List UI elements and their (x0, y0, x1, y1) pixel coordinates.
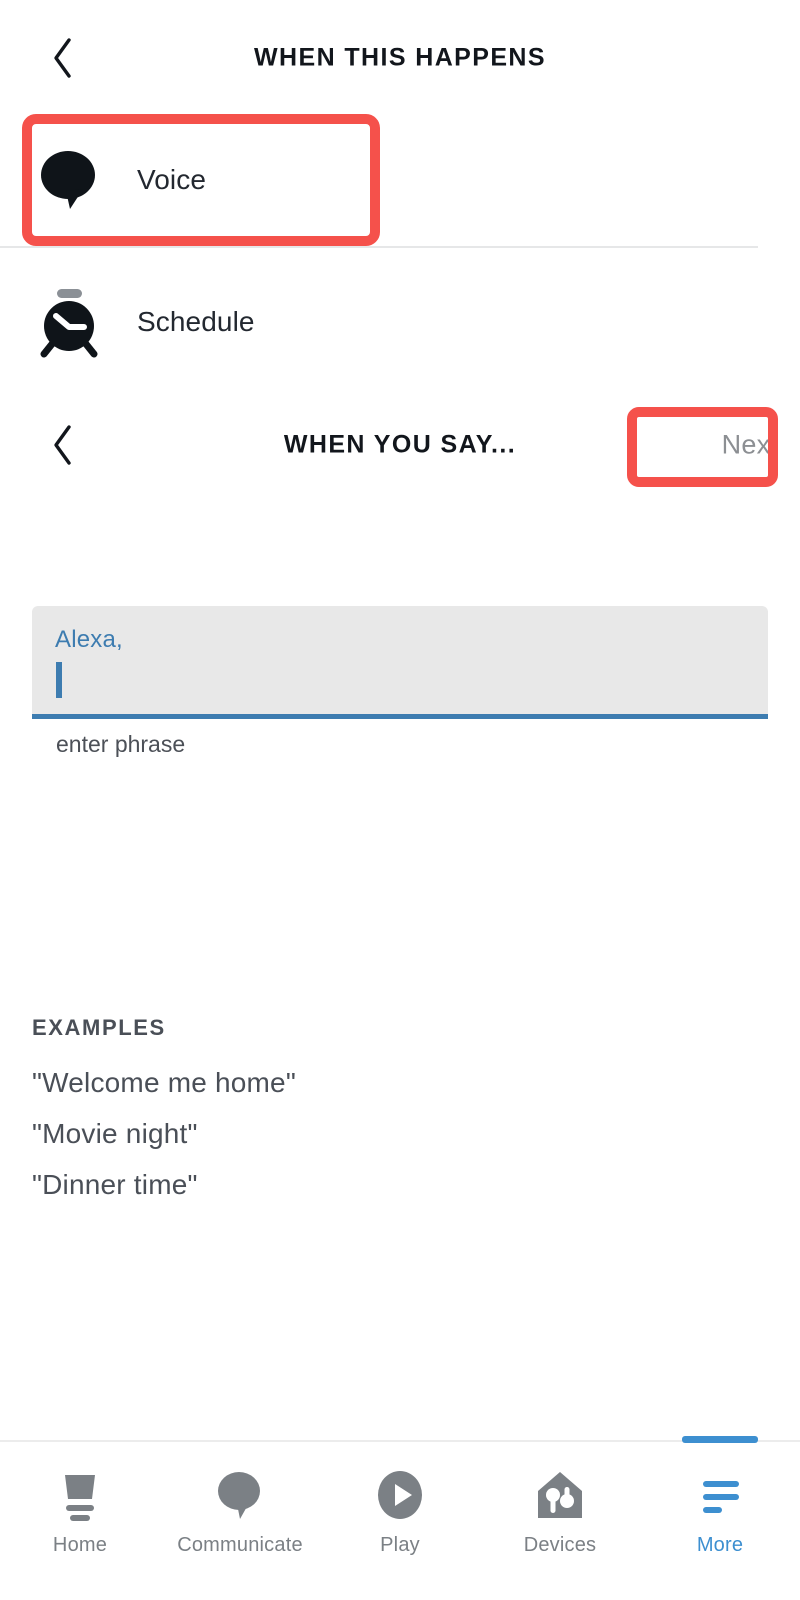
tab-play[interactable]: Play (320, 1442, 480, 1600)
speech-bubble-icon (212, 1466, 268, 1524)
tab-devices[interactable]: Devices (480, 1442, 640, 1600)
home-bulbs-icon (532, 1466, 588, 1524)
header-when-you-say: WHEN YOU SAY... Next (0, 395, 800, 495)
tab-label-more: More (696, 1534, 744, 1556)
tab-more[interactable]: More (640, 1436, 800, 1600)
next-button[interactable]: Next (722, 430, 778, 461)
example-item: "Welcome me home" (32, 1067, 296, 1098)
home-bulbs-glyph (538, 1472, 582, 1518)
tab-label-communicate: Communicate (177, 1534, 303, 1556)
examples-section: EXAMPLES "Welcome me home" "Movie night"… (32, 1015, 632, 1220)
hamburger-menu-glyph (703, 1481, 739, 1513)
echo-device-glyph (65, 1475, 95, 1521)
example-item: "Dinner time" (32, 1169, 198, 1200)
phrase-input-group: Alexa, enter phrase (32, 606, 768, 757)
play-circle-icon (372, 1466, 428, 1524)
speech-bubble-icon (38, 145, 100, 215)
text-caret (56, 662, 62, 698)
example-item: "Movie night" (32, 1118, 198, 1149)
header-when-this-happens: WHEN THIS HAPPENS (0, 8, 800, 108)
list-divider (0, 246, 758, 248)
speech-bubble-glyph (218, 1472, 260, 1519)
examples-heading: EXAMPLES (32, 1015, 166, 1040)
trigger-label-schedule: Schedule (137, 306, 255, 337)
tab-label-home: Home (52, 1534, 108, 1556)
trigger-label-voice: Voice (137, 164, 206, 195)
tab-label-devices: Devices (523, 1534, 597, 1556)
page-title-when-you-say: WHEN YOU SAY... (283, 430, 517, 459)
trigger-row-voice[interactable]: Voice (0, 126, 800, 234)
play-circle-glyph (378, 1471, 422, 1519)
bottom-tab-bar: Home Communicate Play Devices More (0, 1436, 800, 1600)
tab-communicate[interactable]: Communicate (160, 1442, 320, 1600)
page-title-when-this-happens: WHEN THIS HAPPENS (254, 43, 546, 72)
trigger-row-schedule[interactable]: Schedule (0, 268, 800, 376)
phrase-input-underline (32, 714, 768, 719)
alarm-clock-icon (38, 287, 100, 358)
phrase-input-prefix: Alexa, (55, 626, 123, 653)
echo-device-icon (52, 1466, 108, 1524)
tab-label-play: Play (380, 1534, 420, 1556)
active-tab-indicator (682, 1436, 758, 1443)
hamburger-menu-icon (692, 1466, 748, 1524)
tab-home[interactable]: Home (0, 1442, 160, 1600)
alarm-clock-glyph (40, 289, 98, 358)
phrase-input[interactable]: Alexa, (32, 606, 768, 714)
speech-bubble-glyph (41, 151, 95, 209)
app-screen: WHEN THIS HAPPENS Voice Schedule WHEN YO… (0, 0, 800, 1600)
phrase-input-helper-text: enter phrase (56, 731, 186, 757)
